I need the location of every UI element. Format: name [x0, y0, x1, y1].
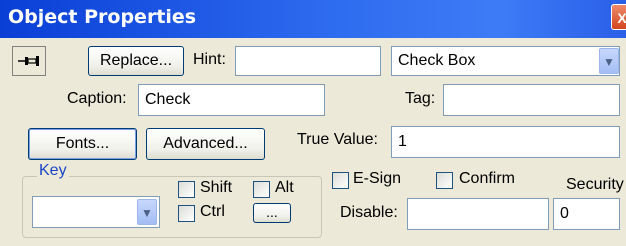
e-sign-checkbox[interactable] [332, 172, 349, 189]
object-type-select[interactable]: Check Box ▼ [391, 46, 620, 76]
chevron-down-icon[interactable]: ▼ [137, 199, 157, 225]
key-group-label: Key [37, 162, 69, 180]
true-value-input[interactable]: 1 [391, 126, 620, 158]
replace-button-label: Replace... [99, 52, 173, 69]
window-title: Object Properties [8, 6, 197, 28]
tag-label: Tag: [405, 90, 436, 107]
fonts-button[interactable]: Fonts... [28, 128, 137, 160]
key-ellipsis-button[interactable]: ... [253, 203, 291, 223]
shift-label: Shift [200, 179, 233, 196]
pin-button[interactable] [12, 46, 46, 76]
true-value-label: True Value: [297, 131, 378, 148]
ctrl-label: Ctrl [200, 203, 225, 220]
confirm-checkbox[interactable] [436, 172, 453, 189]
pushpin-icon [18, 56, 39, 66]
object-properties-window: Object Properties X Replace... Hint: Che… [0, 0, 626, 246]
title-bar[interactable]: Object Properties X [0, 0, 626, 38]
key-ellipsis-label: ... [266, 204, 278, 220]
security-input[interactable]: 0 [553, 198, 620, 230]
e-sign-label: E-Sign [353, 170, 402, 187]
alt-label: Alt [275, 179, 294, 196]
fonts-button-label: Fonts... [55, 135, 110, 152]
caption-label: Caption: [67, 90, 127, 107]
ctrl-checkbox[interactable] [178, 205, 195, 222]
close-button[interactable]: X [611, 4, 626, 30]
key-select[interactable]: ▼ [32, 196, 160, 228]
tag-input[interactable] [443, 84, 620, 116]
chevron-down-icon[interactable]: ▼ [599, 48, 619, 74]
hint-input[interactable] [235, 46, 381, 76]
confirm-label: Confirm [459, 170, 516, 187]
security-label: Security [566, 176, 624, 193]
close-icon: X [617, 10, 626, 26]
disable-label: Disable: [340, 204, 398, 221]
shift-checkbox[interactable] [178, 181, 195, 198]
advanced-button-label: Advanced... [163, 135, 248, 152]
disable-input[interactable] [407, 198, 549, 230]
caption-input[interactable]: Check [138, 84, 325, 116]
object-type-value: Check Box [398, 52, 476, 69]
alt-checkbox[interactable] [253, 181, 270, 198]
replace-button[interactable]: Replace... [88, 46, 184, 76]
advanced-button[interactable]: Advanced... [146, 128, 265, 160]
hint-label: Hint: [193, 51, 226, 68]
